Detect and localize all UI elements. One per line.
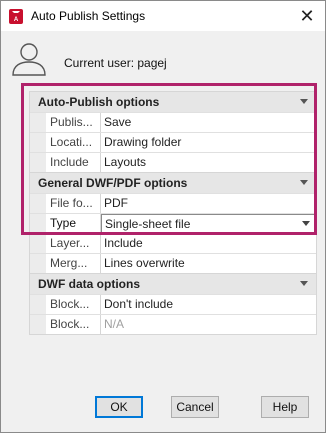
section-title: Auto-Publish options	[38, 95, 160, 109]
section-header-auto-publish-options[interactable]: Auto-Publish options	[30, 92, 316, 112]
row-gutter	[30, 194, 46, 213]
property-value[interactable]: Layouts	[101, 153, 316, 172]
property-value[interactable]: Don't include	[101, 295, 316, 314]
dropdown-value[interactable]: Single-sheet file	[101, 214, 316, 233]
property-name: Merg...	[46, 254, 101, 273]
collapse-icon[interactable]	[300, 180, 308, 185]
collapse-icon[interactable]	[300, 99, 308, 104]
property-name: Locati...	[46, 133, 101, 152]
property-row[interactable]: Block... Don't include	[30, 294, 316, 314]
property-name: File fo...	[46, 194, 101, 213]
collapse-icon[interactable]	[300, 281, 308, 286]
help-button[interactable]: Help	[261, 396, 309, 418]
property-row[interactable]: File fo... PDF	[30, 193, 316, 213]
property-row: Block... N/A	[30, 314, 316, 334]
property-name: Publis...	[46, 113, 101, 132]
row-gutter	[30, 214, 46, 233]
autocad-icon: A	[9, 9, 23, 24]
property-name: Type	[46, 214, 101, 233]
property-row[interactable]: Publis... Save	[30, 112, 316, 132]
section-header-general-dwf-pdf-options[interactable]: General DWF/PDF options	[30, 172, 316, 193]
section-header-dwf-data-options[interactable]: DWF data options	[30, 273, 316, 294]
row-gutter	[30, 315, 46, 334]
property-value[interactable]: Drawing folder	[101, 133, 316, 152]
row-gutter	[30, 113, 46, 132]
property-name: Block...	[46, 295, 101, 314]
property-row[interactable]: Include Layouts	[30, 152, 316, 172]
current-user-row: Current user: pagej	[11, 41, 311, 77]
auto-publish-settings-dialog: A Auto Publish Settings ✕ Current user: …	[0, 0, 326, 433]
property-name: Include	[46, 153, 101, 172]
row-gutter	[30, 153, 46, 172]
property-name: Block...	[46, 315, 101, 334]
type-dropdown[interactable]: Single-sheet file	[101, 214, 316, 233]
property-grid: Auto-Publish options Publis... Save Loca…	[29, 91, 317, 335]
user-avatar-icon	[12, 43, 46, 76]
property-row[interactable]: Locati... Drawing folder	[30, 132, 316, 152]
property-row-type[interactable]: Type Single-sheet file	[30, 213, 316, 233]
cancel-button[interactable]: Cancel	[171, 396, 219, 418]
close-icon[interactable]: ✕	[295, 4, 319, 28]
property-value[interactable]: Save	[101, 113, 316, 132]
section-title: DWF data options	[38, 277, 140, 291]
property-value[interactable]: PDF	[101, 194, 316, 213]
property-value-disabled: N/A	[104, 317, 125, 331]
window-title: Auto Publish Settings	[31, 9, 146, 23]
property-value[interactable]: Include	[101, 234, 316, 253]
current-user-label: Current user: pagej	[64, 56, 167, 70]
row-gutter	[30, 234, 46, 253]
property-value[interactable]: Lines overwrite	[101, 254, 316, 273]
row-gutter	[30, 295, 46, 314]
property-row[interactable]: Merg... Lines overwrite	[30, 253, 316, 273]
row-gutter	[30, 133, 46, 152]
title-bar: A Auto Publish Settings ✕	[1, 1, 325, 31]
ok-button[interactable]: OK	[95, 396, 143, 418]
section-title: General DWF/PDF options	[38, 176, 188, 190]
property-row[interactable]: Layer... Include	[30, 233, 316, 253]
chevron-down-icon[interactable]	[302, 221, 310, 226]
property-name: Layer...	[46, 234, 101, 253]
row-gutter	[30, 254, 46, 273]
